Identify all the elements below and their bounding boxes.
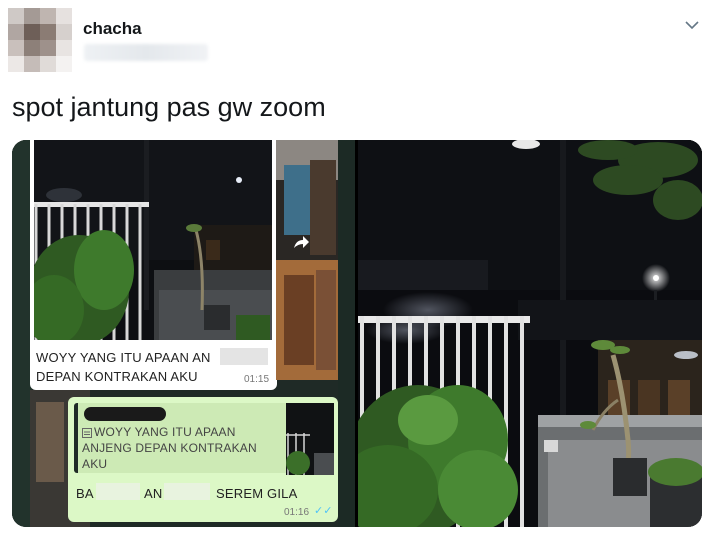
quoted-text-line1: WOYY YANG ITU APAAN [94,425,236,439]
redacted-block [164,483,210,500]
quoted-text-line2: ANJENG DEPAN KONTRAKAN [82,441,257,455]
tweet-text: spot jantung pas gw zoom [12,92,326,122]
avatar[interactable] [8,8,72,72]
chat-background [12,140,32,527]
forward-icon[interactable] [290,232,312,254]
redacted-block [220,348,268,365]
media-image-chat-screenshot[interactable]: WOYY YANG ITU APAAN AN DEPAN KONTRAKAN A… [12,140,355,527]
message-time: 01:15 [244,374,270,385]
chat-background-right [338,140,355,527]
read-receipt-icon: ✓✓ [314,504,333,517]
reply-time: 01:16 [284,507,310,518]
quoted-sender-redacted [84,407,166,421]
display-name[interactable]: chacha [83,19,142,39]
menu-chevron-down-icon[interactable] [683,18,701,32]
reply-text-part3: SEREM GILA [216,486,298,501]
quoted-thumbnail [286,403,334,475]
message-bubble-outgoing[interactable]: WOYY YANG ITU APAAN ANJENG DEPAN KONTRAK… [68,397,338,522]
tweet-media[interactable]: WOYY YANG ITU APAAN AN DEPAN KONTRAKAN A… [12,140,702,527]
message-photo [34,140,272,340]
quoted-text-line3: AKU [82,457,108,471]
quote-icon [82,428,92,438]
message-text-line2: DEPAN KONTRAKAN AKU [36,369,198,384]
media-image-night-photo[interactable] [358,140,702,527]
message-bubble-incoming[interactable]: WOYY YANG ITU APAAN AN DEPAN KONTRAKAN A… [30,140,277,390]
reply-text-part2: AN [144,486,163,501]
reply-text-part1: BA [76,486,94,501]
chat-background-photo-detail [36,402,64,482]
message-text-line1: WOYY YANG ITU APAAN AN [36,350,211,365]
username-blurred [84,44,208,61]
forwarded-image-preview [276,140,338,380]
redacted-block [96,483,140,500]
